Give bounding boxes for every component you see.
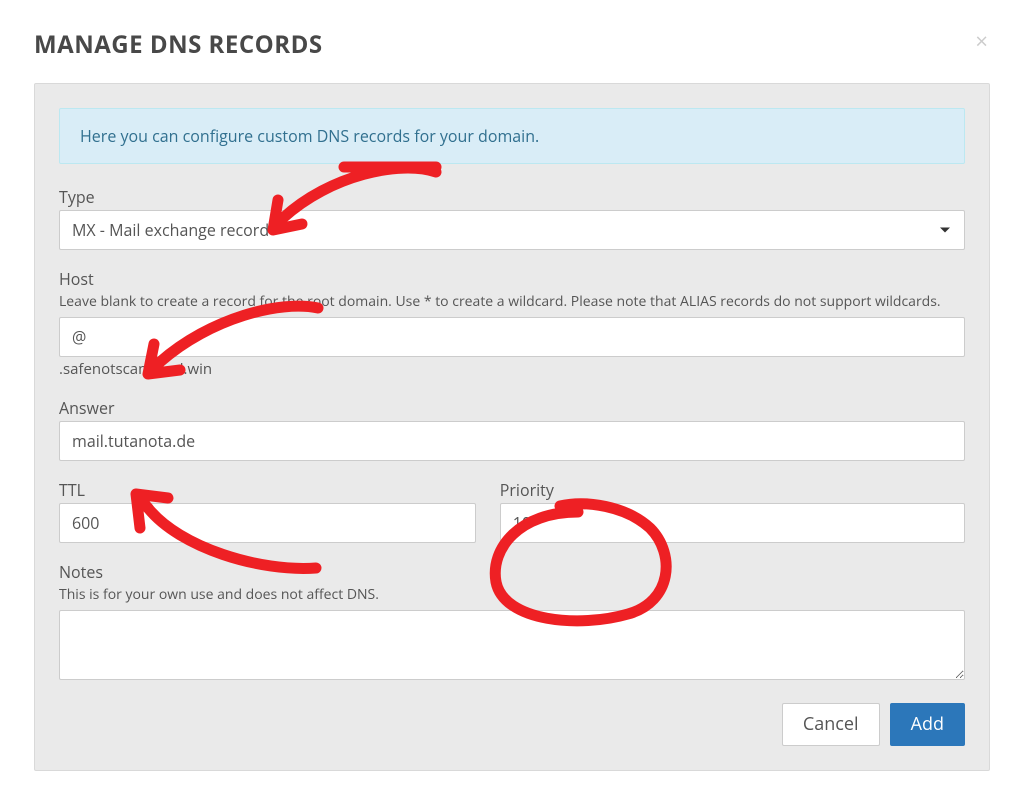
chevron-down-icon — [940, 228, 950, 233]
type-select-value: MX - Mail exchange record — [72, 219, 269, 241]
host-help: Leave blank to create a record for the r… — [59, 292, 965, 311]
add-button[interactable]: Add — [890, 703, 965, 746]
priority-label: Priority — [500, 479, 965, 501]
host-suffix: .safenotscammed.win — [59, 359, 965, 379]
notes-label: Notes — [59, 561, 965, 583]
priority-input[interactable] — [500, 503, 965, 543]
ttl-label: TTL — [59, 479, 476, 501]
type-label: Type — [59, 186, 965, 208]
answer-input[interactable] — [59, 421, 965, 461]
host-input[interactable] — [59, 317, 965, 357]
notes-help: This is for your own use and does not af… — [59, 585, 965, 604]
type-select[interactable]: MX - Mail exchange record — [59, 210, 965, 250]
cancel-button[interactable]: Cancel — [782, 703, 880, 746]
notes-textarea[interactable] — [59, 610, 965, 680]
manage-dns-panel: Here you can configure custom DNS record… — [34, 83, 990, 771]
ttl-input[interactable] — [59, 503, 476, 543]
info-banner: Here you can configure custom DNS record… — [59, 108, 965, 164]
answer-label: Answer — [59, 397, 965, 419]
close-icon[interactable]: × — [975, 30, 988, 52]
modal-title: MANAGE DNS RECORDS — [34, 28, 990, 61]
host-label: Host — [59, 268, 965, 290]
